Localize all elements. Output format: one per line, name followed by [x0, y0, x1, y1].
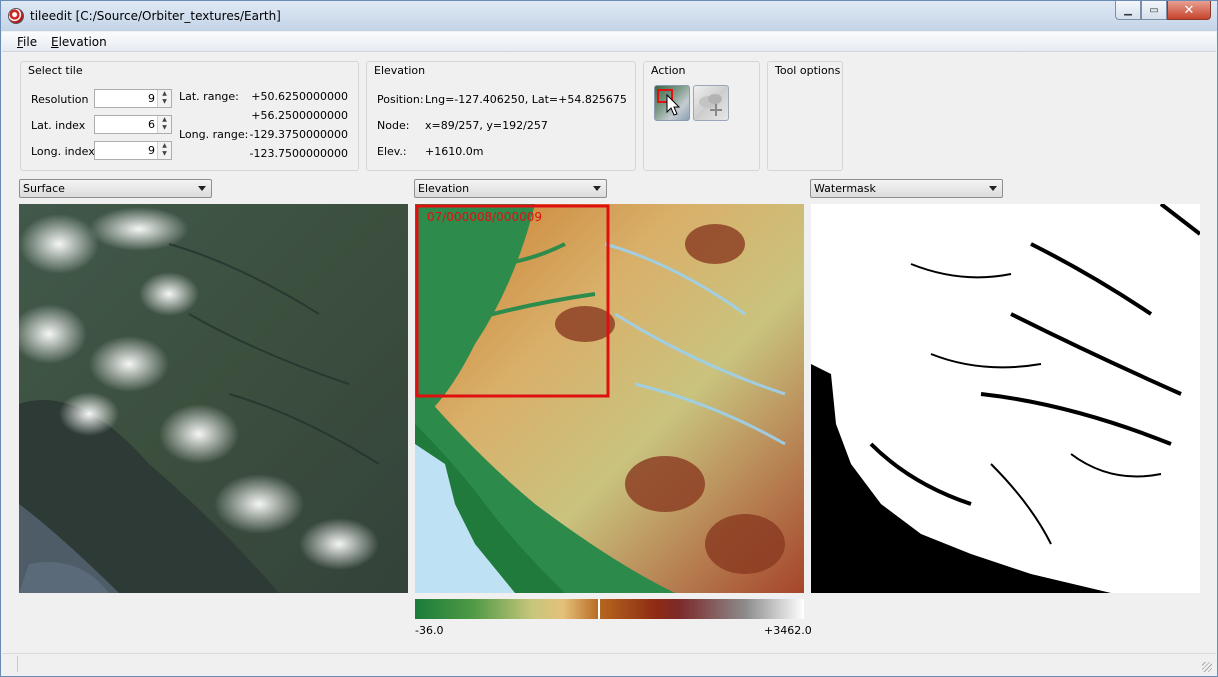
window-controls: ▁ ▭ ✕: [1115, 1, 1211, 21]
status-bar: [2, 653, 1216, 676]
long-range-max: -123.7500000000: [249, 147, 348, 160]
position-value: Lng=-127.406250, Lat=+54.825675: [425, 93, 627, 106]
lat-index-label: Lat. index: [31, 119, 86, 132]
position-label: Position:: [377, 93, 424, 106]
resolution-stepper[interactable]: ▲ ▼: [157, 90, 171, 107]
middle-layer-value: Elevation: [418, 182, 470, 195]
lat-range-min: +50.6250000000: [251, 90, 348, 103]
menu-elevation-label: levation: [58, 35, 107, 49]
lat-index-value: 6: [148, 118, 155, 131]
menu-file[interactable]: File: [17, 35, 37, 49]
chevron-down-icon: [593, 186, 601, 191]
tool-options-group: [767, 61, 843, 171]
elev-label: Elev.:: [377, 145, 407, 158]
watermask-map-image: [811, 204, 1200, 593]
chevron-down-icon: [989, 186, 997, 191]
menu-elevation[interactable]: Elevation: [51, 35, 107, 49]
window-title: tileedit [C:/Source/Orbiter_textures/Ear…: [30, 9, 281, 23]
resolution-spinbox[interactable]: 9 ▲ ▼: [94, 89, 172, 108]
middle-layer-select[interactable]: Elevation: [414, 179, 607, 198]
pointer-icon: [657, 89, 681, 116]
lat-index-stepper[interactable]: ▲ ▼: [157, 116, 171, 133]
left-layer-select[interactable]: Surface: [19, 179, 212, 198]
left-layer-value: Surface: [23, 182, 65, 195]
surface-satellite-image: [19, 204, 408, 593]
node-value: x=89/257, y=192/257: [425, 119, 548, 132]
long-range-min: -129.3750000000: [249, 128, 348, 141]
watermask-image[interactable]: [811, 204, 1200, 593]
node-label: Node:: [377, 119, 410, 132]
app-window: tileedit [C:/Source/Orbiter_textures/Ear…: [0, 0, 1218, 677]
lat-range-max: +56.2500000000: [251, 109, 348, 122]
select-tile-action-button[interactable]: [654, 85, 690, 121]
spin-down-icon[interactable]: ▼: [158, 98, 171, 106]
surface-image[interactable]: [19, 204, 408, 593]
menu-elevation-mnemonic: E: [51, 35, 59, 49]
app-globe-icon: [8, 8, 24, 24]
long-index-value: 9: [148, 144, 155, 157]
tile-path-overlay: 07/000008/000009: [427, 210, 542, 224]
spin-up-icon[interactable]: ▲: [158, 142, 171, 150]
status-separator: [17, 656, 18, 672]
lat-range-label: Lat. range:: [179, 90, 239, 103]
elevation-image[interactable]: 07/000008/000009: [415, 204, 804, 593]
minimize-button[interactable]: ▁: [1115, 1, 1141, 20]
spin-down-icon[interactable]: ▼: [158, 124, 171, 132]
right-layer-value: Watermask: [814, 182, 876, 195]
elevation-colorbar: [415, 599, 804, 619]
right-layer-select[interactable]: Watermask: [810, 179, 1003, 198]
colorbar-max: +3462.0: [764, 624, 812, 637]
resolution-value: 9: [148, 92, 155, 105]
close-button[interactable]: ✕: [1167, 1, 1211, 20]
tool-options-title: Tool options: [775, 64, 841, 77]
spin-up-icon[interactable]: ▲: [158, 116, 171, 124]
add-cloud-icon: [699, 94, 722, 116]
elevation-map-image: [415, 204, 804, 593]
long-index-label: Long. index: [31, 145, 95, 158]
select-tile-title: Select tile: [28, 64, 83, 77]
elev-value: +1610.0m: [425, 145, 484, 158]
menu-file-label: ile: [23, 35, 38, 49]
colorbar-marker: [598, 599, 600, 619]
maximize-button[interactable]: ▭: [1141, 1, 1167, 20]
resolution-label: Resolution: [31, 93, 89, 106]
lat-index-spinbox[interactable]: 6 ▲ ▼: [94, 115, 172, 134]
menu-bar: File Elevation: [2, 32, 1216, 52]
spin-up-icon[interactable]: ▲: [158, 90, 171, 98]
title-bar: tileedit [C:/Source/Orbiter_textures/Ear…: [1, 1, 1217, 31]
elevation-info-title: Elevation: [374, 64, 426, 77]
chevron-down-icon: [198, 186, 206, 191]
action-title: Action: [651, 64, 686, 77]
long-index-stepper[interactable]: ▲ ▼: [157, 142, 171, 159]
add-tile-action-button[interactable]: [693, 85, 729, 121]
colorbar-min: -36.0: [415, 624, 444, 637]
long-index-spinbox[interactable]: 9 ▲ ▼: [94, 141, 172, 160]
resize-grip-icon[interactable]: [1202, 662, 1212, 672]
spin-down-icon[interactable]: ▼: [158, 150, 171, 158]
